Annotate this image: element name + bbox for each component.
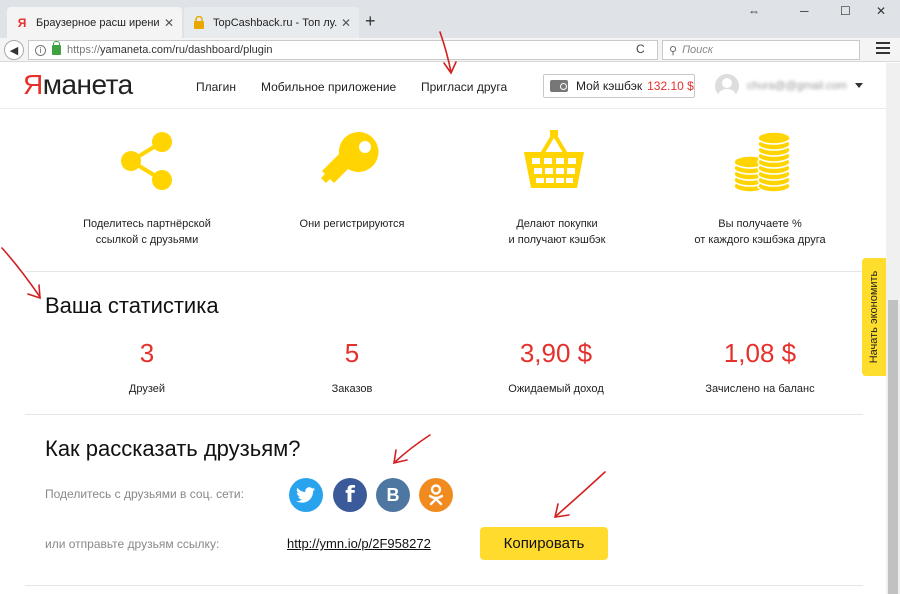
annotation-arrow-icon — [1, 247, 41, 298]
vkontakte-share-button[interactable]: B — [376, 478, 410, 512]
url-protocol: https:// — [67, 44, 101, 56]
share-social-text: Поделитесь с друзьями в соц. сети: — [45, 487, 244, 501]
stat-label: Ожидаемый доход — [508, 383, 604, 395]
annotation-arrowhead-icon — [393, 449, 408, 465]
nav-invite-friend[interactable]: Пригласи друга — [421, 80, 507, 94]
maximize-icon[interactable]: ☐ — [840, 4, 851, 18]
stat-value: 3,90 $ — [519, 338, 593, 368]
step-share: Поделитесь партнёрской ссылкой с друзьям… — [83, 218, 211, 246]
stat-orders: 5 Заказов — [252, 338, 452, 395]
vkontakte-icon: B — [386, 484, 400, 505]
hamburger-menu-icon[interactable] — [876, 42, 890, 57]
stat-label: Зачислено на баланс — [705, 383, 815, 395]
copy-button[interactable]: Копировать — [480, 527, 608, 560]
step-purchase: Делают покупки и получают кэшбэк — [508, 218, 606, 246]
facebook-icon: f — [345, 482, 355, 508]
annotation-arrowhead-icon — [27, 284, 41, 300]
browser-search-input[interactable]: ⚲ Поиск — [662, 40, 860, 60]
tab-title: TopCashback.ru - Топ лу... — [213, 16, 337, 29]
chevron-down-icon[interactable] — [855, 83, 863, 88]
share-icon — [121, 132, 172, 190]
avatar[interactable] — [715, 74, 739, 98]
cashback-label: Мой кэшбэк — [576, 79, 643, 93]
section-divider — [25, 271, 863, 272]
tab-title: Браузерное расш ирение... — [36, 16, 160, 29]
stat-value: 3 — [139, 338, 155, 368]
tab-yamaneta[interactable]: Я Браузерное расш ирение... ✕ — [7, 7, 182, 38]
odnoklassniki-icon — [428, 484, 444, 506]
send-link-text: или отправьте друзьям ссылку: — [45, 537, 220, 551]
close-icon[interactable]: ✕ — [341, 16, 351, 30]
start-saving-tab[interactable]: Начать экономить — [862, 258, 886, 376]
search-placeholder: Поиск — [682, 44, 713, 56]
odnoklassniki-share-button[interactable] — [419, 478, 453, 512]
scrollbar-thumb[interactable] — [888, 300, 898, 594]
stat-value: 5 — [344, 338, 360, 368]
resize-icon[interactable]: ⇔ — [748, 4, 760, 18]
twitter-share-button[interactable] — [289, 478, 323, 512]
tab-topcashback[interactable]: TopCashback.ru - Топ лу... ✕ — [184, 7, 359, 38]
search-icon: ⚲ — [669, 44, 678, 57]
stat-friends: 3 Друзей — [47, 338, 247, 395]
browser-tab-bar: Я Браузерное расш ирение... ✕ TopCashbac… — [0, 0, 900, 38]
browser-toolbar: ◀ i https:// yamaneta.com/ru/dashboard/p… — [0, 38, 900, 62]
nav-plugin[interactable]: Плагин — [196, 80, 236, 94]
share-title: Как рассказать друзьям? — [45, 436, 301, 461]
new-tab-icon[interactable]: + — [365, 11, 376, 32]
stat-value: 1,08 $ — [723, 338, 797, 368]
referral-link[interactable]: http://ymn.io/p/2F958272 — [287, 536, 431, 551]
user-email[interactable]: chura@@gmail.com — [747, 80, 847, 92]
url-text: yamaneta.com/ru/dashboard/plugin — [100, 44, 273, 56]
my-cashback-button[interactable]: Мой кэшбэк 132.10 $ — [543, 74, 695, 98]
window-close-icon[interactable]: ✕ — [876, 4, 886, 18]
minimize-icon[interactable]: ─ — [800, 4, 809, 18]
reload-icon[interactable]: C — [636, 42, 645, 56]
start-saving-label: Начать экономить — [868, 270, 880, 364]
step-earn: Вы получаете % от каждого кэшбэка друга — [694, 218, 826, 246]
coins-icon — [733, 131, 791, 193]
stat-label: Друзей — [128, 383, 166, 395]
annotation-arrow-icon — [394, 434, 431, 463]
section-divider — [25, 414, 863, 415]
stat-label: Заказов — [331, 383, 373, 395]
step-register: Они регистрируются — [299, 218, 405, 230]
back-arrow-icon[interactable]: ◀ — [4, 40, 24, 60]
key-icon — [321, 131, 379, 183]
lock-icon — [52, 41, 61, 55]
address-bar[interactable]: i https:// yamaneta.com/ru/dashboard/plu… — [28, 40, 658, 60]
lock-favicon-icon — [192, 16, 206, 30]
info-icon[interactable]: i — [35, 44, 46, 56]
close-icon[interactable]: ✕ — [164, 16, 174, 30]
annotation-arrow-icon — [555, 471, 606, 517]
stat-credited: 1,08 $ Зачислено на баланс — [660, 338, 860, 395]
site-header: Яманета Плагин Мобильное приложение Приг… — [0, 63, 886, 109]
nav-mobile-app[interactable]: Мобильное приложение — [261, 80, 396, 94]
annotation-arrowhead-icon — [553, 503, 570, 518]
site-logo[interactable]: Яманета — [23, 69, 133, 101]
stat-expected-income: 3,90 $ Ожидаемый доход — [456, 338, 656, 395]
section-divider — [25, 585, 863, 586]
facebook-share-button[interactable]: f — [333, 478, 367, 512]
wallet-icon — [550, 80, 568, 92]
cashback-amount: 132.10 $ — [647, 79, 694, 93]
yandex-favicon-icon: Я — [17, 15, 27, 30]
stats-title: Ваша статистика — [45, 293, 219, 318]
twitter-icon — [296, 486, 316, 503]
basket-icon — [524, 130, 584, 188]
